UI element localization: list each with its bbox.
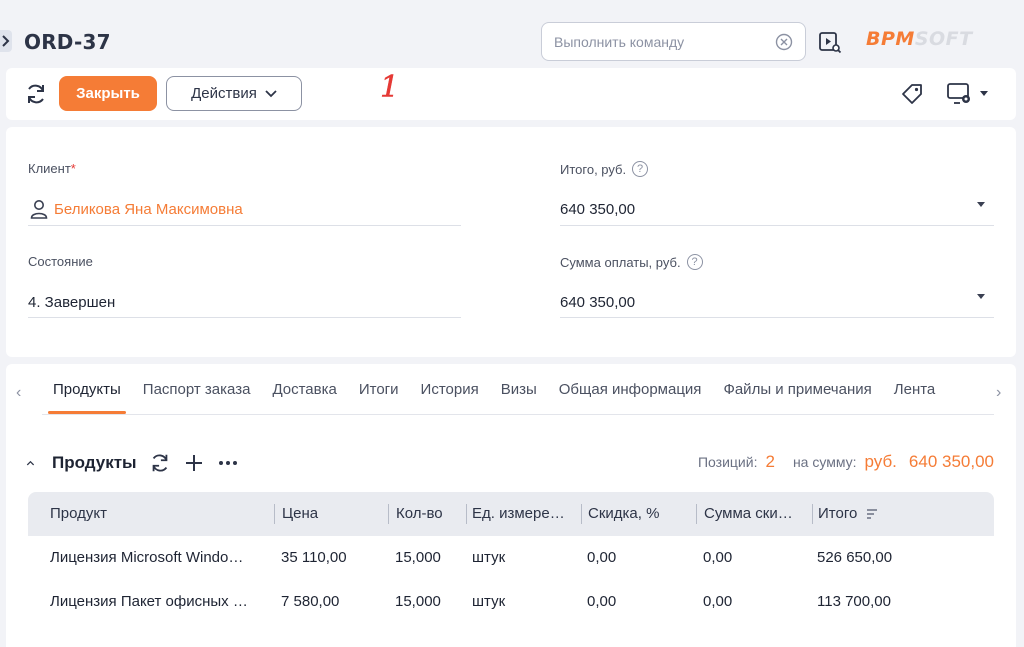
payment-dropdown-caret[interactable] (977, 294, 985, 299)
monitor-dropdown-caret[interactable] (980, 91, 988, 96)
cell-product[interactable]: Лицензия Пакет офисных … (50, 593, 264, 610)
cell-quantity: 15,000 (395, 549, 441, 566)
column-separator[interactable] (466, 504, 467, 524)
client-field[interactable]: Беликова Яна Максимовна (30, 199, 243, 219)
cell-discount-sum: 0,00 (703, 593, 733, 610)
tabs-scroll-right[interactable]: › (996, 384, 1001, 402)
tabs-scroll-left[interactable]: ‹ (16, 384, 21, 402)
action-toolbar: Закрыть Действия (6, 68, 1016, 120)
products-section-title: Продукты (52, 453, 137, 472)
clear-icon[interactable] (775, 33, 793, 51)
actions-label: Действия (191, 85, 257, 102)
tab-products[interactable]: Продукты (42, 364, 132, 414)
monitor-settings-icon[interactable] (946, 81, 974, 107)
video-search-icon[interactable] (818, 30, 842, 54)
column-separator[interactable] (274, 504, 275, 524)
cell-discount: 0,00 (587, 549, 617, 566)
positions-count: 2 (765, 452, 775, 471)
cell-quantity: 15,000 (395, 593, 441, 610)
sum-label: на сумму: (792, 454, 857, 470)
command-box[interactable] (541, 22, 806, 61)
close-button[interactable]: Закрыть (59, 76, 157, 111)
brand-logo-part1: BPM (866, 28, 915, 50)
add-icon[interactable] (183, 452, 205, 474)
command-input[interactable] (554, 33, 775, 50)
refresh-icon[interactable] (24, 82, 48, 106)
column-header-quantity[interactable]: Кол-во (396, 492, 466, 536)
tab-general-info[interactable]: Общая информация (548, 364, 713, 414)
column-separator[interactable] (696, 504, 697, 524)
tab-files-notes[interactable]: Файлы и примечания (712, 364, 882, 414)
payment-label: Сумма оплаты, руб. ? (560, 254, 703, 270)
payment-underline (560, 317, 994, 318)
collapse-icon[interactable] (26, 452, 40, 474)
cell-total: 113 700,00 (817, 593, 891, 610)
positions-label: Позиций: (697, 454, 758, 470)
column-header-product[interactable]: Продукт (50, 492, 270, 536)
total-label: Итого, руб. ? (560, 161, 649, 177)
payment-value: 640 350,00 (560, 294, 636, 311)
total-value: 640 350,00 (560, 201, 636, 218)
client-value[interactable]: Беликова Яна Максимовна (54, 201, 243, 218)
tab-order-passport[interactable]: Паспорт заказа (132, 364, 262, 414)
tabs-divider (42, 414, 994, 415)
column-header-discount[interactable]: Скидка, % (588, 492, 696, 536)
column-separator[interactable] (812, 504, 813, 524)
tab-totals[interactable]: Итоги (348, 364, 410, 414)
client-underline (28, 225, 461, 226)
help-icon[interactable]: ? (632, 161, 649, 177)
cell-discount: 0,00 (587, 593, 617, 610)
required-mark: * (70, 161, 76, 176)
tab-bar: Продукты Паспорт заказа Доставка Итоги И… (42, 364, 946, 414)
client-label-text: Клиент (28, 161, 71, 176)
grid-header: Продукт Цена Кол-во Ед. измере… Скидка, … (28, 492, 994, 536)
chevron-down-icon (265, 89, 277, 97)
column-separator[interactable] (388, 504, 389, 524)
sidebar-toggle[interactable] (0, 30, 12, 52)
detail-panel: ‹ Продукты Паспорт заказа Доставка Итоги… (6, 364, 1016, 647)
state-underline (28, 317, 461, 318)
tab-delivery[interactable]: Доставка (261, 364, 347, 414)
sum-value: 640 350,00 (908, 452, 994, 471)
state-value[interactable]: 4. Завершен (28, 294, 115, 311)
cell-discount-sum: 0,00 (703, 549, 733, 566)
user-icon (30, 200, 48, 219)
chevron-right-icon (2, 35, 10, 47)
tab-history[interactable]: История (410, 364, 490, 414)
products-summary: Позиций: 2 на сумму: руб. 640 350,00 (698, 452, 994, 472)
cell-total: 526 650,00 (817, 549, 893, 566)
sum-currency: руб. (864, 452, 897, 471)
more-icon[interactable] (217, 452, 239, 474)
record-fields-panel: Клиент* Беликова Яна Максимовна Итого, р… (6, 127, 1016, 357)
state-label: Состояние (28, 254, 93, 269)
tab-feed[interactable]: Лента (883, 364, 947, 414)
actions-dropdown-button[interactable]: Действия (166, 76, 302, 111)
column-separator[interactable] (581, 504, 582, 524)
help-icon[interactable]: ? (686, 254, 703, 270)
total-label-text: Итого, руб. (560, 161, 627, 177)
total-underline (560, 225, 994, 226)
refresh-icon[interactable] (149, 452, 171, 474)
cell-unit: штук (472, 549, 506, 566)
client-label: Клиент* (28, 161, 76, 176)
column-header-unit[interactable]: Ед. измере… (472, 492, 580, 536)
total-dropdown-caret[interactable] (977, 202, 985, 207)
page-title: ORD-37 (24, 30, 111, 54)
cell-price: 35 110,00 (281, 549, 347, 566)
cell-unit: штук (472, 593, 506, 610)
column-header-price[interactable]: Цена (282, 492, 382, 536)
products-section-header: Продукты (26, 452, 239, 474)
sort-icon[interactable] (866, 508, 878, 520)
column-header-discount-sum[interactable]: Сумма ски… (704, 492, 812, 536)
payment-label-text: Сумма оплаты, руб. (560, 254, 681, 270)
cell-price: 7 580,00 (281, 593, 340, 610)
annotation-1: 1 (380, 70, 400, 106)
cell-product[interactable]: Лицензия Microsoft Windo… (50, 549, 264, 566)
brand-logo: BPMSOFT (866, 28, 973, 50)
brand-logo-part2: SOFT (914, 28, 973, 50)
tag-icon[interactable] (900, 82, 924, 106)
tab-visas[interactable]: Визы (490, 364, 548, 414)
